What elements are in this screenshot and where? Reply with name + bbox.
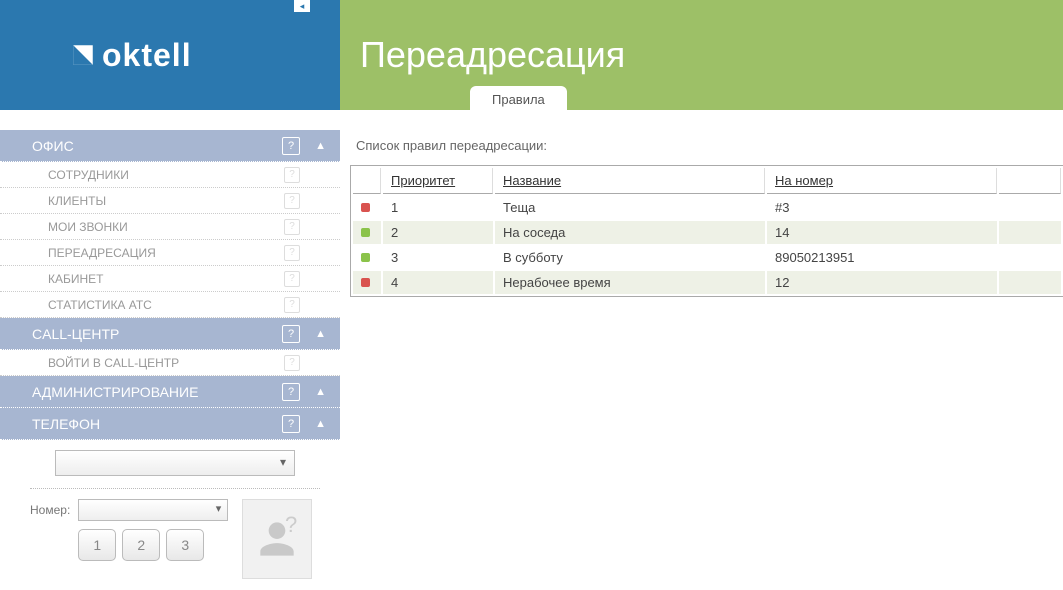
- sidebar-item-label: МОИ ЗВОНКИ: [48, 220, 128, 234]
- contact-avatar: ?: [242, 499, 312, 579]
- sidebar-item-label: ВОЙТИ В CALL-ЦЕНТР: [48, 356, 179, 370]
- status-dot-icon: [361, 278, 370, 287]
- sidebar-item-my-calls[interactable]: МОИ ЗВОНКИ?: [0, 214, 340, 240]
- col-number[interactable]: На номер: [767, 168, 997, 194]
- help-icon[interactable]: ?: [284, 271, 300, 287]
- help-icon[interactable]: ?: [284, 219, 300, 235]
- sidebar-item-ats-stats[interactable]: СТАТИСТИКА АТС?: [0, 292, 340, 318]
- help-icon[interactable]: ?: [282, 137, 300, 155]
- help-icon[interactable]: ?: [282, 325, 300, 343]
- phone-line-select[interactable]: [55, 450, 295, 476]
- page-header: Переадресация Правила: [340, 0, 1063, 110]
- brand-name: oktell: [102, 37, 192, 74]
- col-name[interactable]: Название: [495, 168, 765, 194]
- rules-table: Приоритет Название На номер 1Теща#32На с…: [350, 165, 1063, 297]
- table-row[interactable]: 4Нерабочее время12: [353, 271, 1061, 294]
- sidebar-item-enter-callcenter[interactable]: ВОЙТИ В CALL-ЦЕНТР?: [0, 350, 340, 376]
- help-icon[interactable]: ?: [284, 297, 300, 313]
- logo-bar: ◂ oktell: [0, 0, 340, 110]
- sidebar-item-label: СОТРУДНИКИ: [48, 168, 129, 182]
- divider: [30, 488, 320, 489]
- sidebar-group-callcenter[interactable]: CALL-ЦЕНТР ? ▲: [0, 318, 340, 350]
- help-icon[interactable]: ?: [284, 245, 300, 261]
- help-icon[interactable]: ?: [284, 167, 300, 183]
- sidebar: ОФИС ? ▲ СОТРУДНИКИ? КЛИЕНТЫ? МОИ ЗВОНКИ…: [0, 110, 340, 579]
- cell-number: 14: [767, 221, 997, 244]
- dial-keypad: 1 2 3: [78, 529, 228, 561]
- sidebar-item-label: СТАТИСТИКА АТС: [48, 298, 152, 312]
- help-icon[interactable]: ?: [282, 415, 300, 433]
- sidebar-group-label: ТЕЛЕФОН: [32, 416, 100, 432]
- chevron-up-icon: ▲: [315, 328, 326, 340]
- table-row[interactable]: 2На соседа14: [353, 221, 1061, 244]
- status-dot-icon: [361, 253, 370, 262]
- sidebar-group-label: CALL-ЦЕНТР: [32, 326, 119, 342]
- col-extra[interactable]: [999, 168, 1061, 194]
- collapse-sidebar-button[interactable]: ◂: [294, 0, 310, 12]
- sidebar-group-label: АДМИНИСТРИРОВАНИЕ: [32, 384, 198, 400]
- sidebar-item-forwarding[interactable]: ПЕРЕАДРЕСАЦИЯ?: [0, 240, 340, 266]
- page-title: Переадресация: [360, 34, 625, 76]
- sidebar-item-label: КАБИНЕТ: [48, 272, 104, 286]
- status-dot-icon: [361, 203, 370, 212]
- key-3[interactable]: 3: [166, 529, 204, 561]
- sidebar-item-employees[interactable]: СОТРУДНИКИ?: [0, 162, 340, 188]
- cell-priority: 1: [383, 196, 493, 219]
- cell-name: Нерабочее время: [495, 271, 765, 294]
- status-dot-icon: [361, 228, 370, 237]
- dial-number-select[interactable]: [78, 499, 228, 521]
- tab-rules[interactable]: Правила: [470, 86, 567, 111]
- tab-strip: Правила: [470, 86, 571, 111]
- cell-priority: 4: [383, 271, 493, 294]
- table-row[interactable]: 1Теща#3: [353, 196, 1061, 219]
- key-2[interactable]: 2: [122, 529, 160, 561]
- sidebar-group-admin[interactable]: АДМИНИСТРИРОВАНИЕ ? ▲: [0, 376, 340, 408]
- cell-number: 12: [767, 271, 997, 294]
- sidebar-item-clients[interactable]: КЛИЕНТЫ?: [0, 188, 340, 214]
- logo-icon: [70, 42, 96, 68]
- cell-name: На соседа: [495, 221, 765, 244]
- list-caption: Список правил переадресации:: [350, 138, 1063, 153]
- chevron-up-icon: ▲: [315, 418, 326, 430]
- cell-number: #3: [767, 196, 997, 219]
- help-icon[interactable]: ?: [282, 383, 300, 401]
- sidebar-item-cabinet[interactable]: КАБИНЕТ?: [0, 266, 340, 292]
- question-icon: ?: [285, 512, 297, 538]
- help-icon[interactable]: ?: [284, 355, 300, 371]
- sidebar-item-label: ПЕРЕАДРЕСАЦИЯ: [48, 246, 156, 260]
- cell-number: 89050213951: [767, 246, 997, 269]
- sidebar-group-phone[interactable]: ТЕЛЕФОН ? ▲: [0, 408, 340, 440]
- cell-name: В субботу: [495, 246, 765, 269]
- cell-priority: 3: [383, 246, 493, 269]
- dial-label: Номер:: [30, 503, 70, 517]
- brand-logo: oktell: [70, 37, 192, 74]
- sidebar-group-office[interactable]: ОФИС ? ▲: [0, 130, 340, 162]
- col-priority[interactable]: Приоритет: [383, 168, 493, 194]
- sidebar-group-label: ОФИС: [32, 138, 74, 154]
- chevron-up-icon: ▲: [315, 140, 326, 152]
- col-status[interactable]: [353, 168, 381, 194]
- help-icon[interactable]: ?: [284, 193, 300, 209]
- phone-panel: Номер: 1 2 3 ?: [0, 440, 340, 579]
- chevron-up-icon: ▲: [315, 386, 326, 398]
- cell-priority: 2: [383, 221, 493, 244]
- key-1[interactable]: 1: [78, 529, 116, 561]
- table-row[interactable]: 3В субботу89050213951: [353, 246, 1061, 269]
- cell-name: Теща: [495, 196, 765, 219]
- sidebar-item-label: КЛИЕНТЫ: [48, 194, 106, 208]
